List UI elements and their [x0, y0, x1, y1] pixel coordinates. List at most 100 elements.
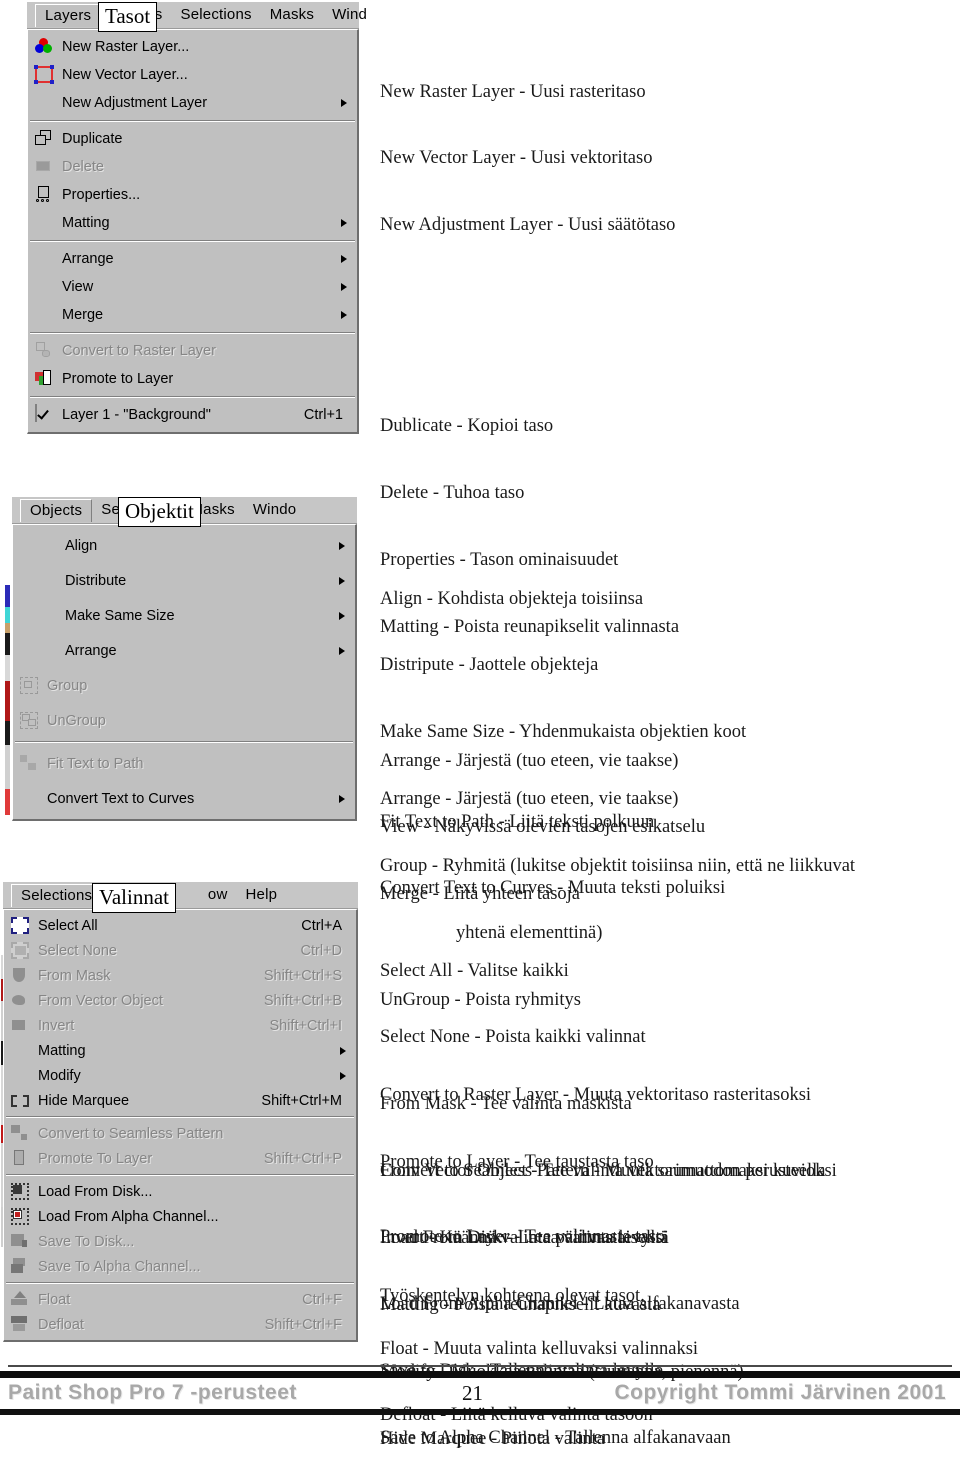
menubar-item-selections[interactable]: Selections [11, 883, 103, 907]
menu-item-label: Select None [38, 942, 117, 959]
menu-item-promote-to-layer[interactable]: Promote to Layer [28, 365, 357, 393]
menu-item-from-vector-object[interactable]: From Vector Object Shift+Ctrl+B [4, 988, 356, 1013]
footer-left-text: Paint Shop Pro 7 -perusteet [8, 1381, 297, 1404]
menu-item-make-same-size[interactable]: Make Same Size [31, 598, 355, 633]
menu-item-new-raster-layer[interactable]: New Raster Layer... [28, 33, 357, 61]
page-footer: Paint Shop Pro 7 -perusteet 21 Copyright… [0, 1365, 960, 1417]
load-from-alpha-icon [8, 1207, 34, 1227]
menubar-item-layers[interactable]: Layers [35, 3, 102, 27]
menubar-item-window[interactable]: Wind [323, 4, 376, 26]
properties-icon [32, 185, 58, 205]
no-icon [32, 249, 58, 269]
menu-item-distribute[interactable]: Distribute [31, 563, 355, 598]
menu-item-label: Save To Disk... [38, 1233, 135, 1250]
menu-item-modify[interactable]: Modify [4, 1063, 356, 1088]
layers-menubar[interactable]: Layers Objects Selections Masks Wind [27, 2, 367, 29]
menu-item-label: Invert [38, 1017, 75, 1034]
menu-item-label: Convert to Raster Layer [62, 343, 216, 359]
menu-separator [30, 120, 355, 122]
menu-item-align[interactable]: Align [31, 528, 355, 563]
menubar-item-help[interactable]: Help [237, 884, 287, 906]
menu-item-arrange[interactable]: Arrange [31, 633, 355, 668]
no-icon [35, 641, 61, 661]
footer-copyright: Copyright Tommi Järvinen 2001 [614, 1381, 946, 1404]
no-icon [35, 536, 61, 556]
menu-item-convert-text-to-curves[interactable]: Convert Text to Curves [13, 781, 355, 816]
delete-icon [32, 157, 58, 177]
menu-item-label: Group [47, 677, 88, 694]
menubar-item-label: Selections [180, 6, 252, 23]
menu-item-invert[interactable]: Invert Shift+Ctrl+I [4, 1013, 356, 1038]
footer-rule-thick [0, 1371, 960, 1378]
promote-to-layer-icon [8, 1149, 34, 1169]
submenu-arrow-icon [339, 794, 345, 803]
selections-menubar[interactable]: Selections M ow Help [3, 882, 358, 909]
menu-item-fit-text-to-path[interactable]: Fit Text to Path [13, 746, 355, 781]
menu-item-arrange[interactable]: Arrange [28, 245, 357, 273]
menu-item-load-from-disk[interactable]: Load From Disk... [4, 1179, 356, 1204]
from-vector-icon [8, 991, 34, 1011]
menu-item-load-from-alpha-channel[interactable]: Load From Alpha Channel... [4, 1204, 356, 1229]
menu-item-convert-to-raster-layer[interactable]: Convert to Raster Layer [28, 337, 357, 365]
menu-item-label: Convert Text to Curves [47, 790, 195, 807]
menu-item-duplicate[interactable]: Duplicate [28, 125, 357, 153]
raster-layer-icon [32, 37, 58, 57]
menu-item-label: Align [65, 537, 98, 554]
submenu-arrow-icon [341, 219, 347, 227]
menu-item-label: Merge [62, 307, 104, 323]
menu-item-label: Properties... [62, 187, 141, 203]
menu-separator [6, 1282, 354, 1284]
menu-item-save-to-disk[interactable]: Save To Disk... [4, 1229, 356, 1254]
menubar-item-label: Help [245, 886, 278, 903]
menu-item-defloat[interactable]: Defloat Shift+Ctrl+F [4, 1312, 356, 1337]
from-mask-icon [8, 966, 34, 986]
menu-item-select-all[interactable]: Select All Ctrl+A [4, 913, 356, 938]
menu-item-properties[interactable]: Properties... [28, 181, 357, 209]
menubar-item-selections[interactable]: Selections [172, 4, 261, 26]
menu-item-group[interactable]: Group [13, 668, 355, 703]
no-icon [32, 213, 58, 233]
menubar-item-window[interactable]: ow [199, 884, 237, 906]
menu-item-matting[interactable]: Matting [4, 1038, 356, 1063]
menu-item-label: Hide Marquee [38, 1092, 130, 1109]
menu-item-convert-to-seamless-pattern[interactable]: Convert to Seamless Pattern [4, 1121, 356, 1146]
menu-item-select-none[interactable]: Select None Ctrl+D [4, 938, 356, 963]
menubar-item-masks[interactable]: Masks [261, 4, 323, 26]
menu-item-label: From Vector Object [38, 992, 163, 1009]
menu-item-label: Save To Alpha Channel... [38, 1258, 201, 1275]
menu-item-new-adjustment-layer[interactable]: New Adjustment Layer [28, 89, 357, 117]
menu-item-shortcut: Shift+Ctrl+M [261, 1092, 342, 1109]
submenu-arrow-icon [339, 611, 345, 620]
menubar-item-objects[interactable]: Objects [20, 498, 93, 522]
menu-item-float[interactable]: Float Ctrl+F [4, 1287, 356, 1312]
submenu-arrow-icon [340, 1046, 346, 1055]
checkmark-icon [32, 404, 58, 425]
menu-item-promote-to-layer[interactable]: Promote To Layer Shift+Ctrl+P [4, 1146, 356, 1171]
description-line: Load From Disk - Lataa valinta levyltä [380, 1227, 669, 1248]
footer-rule-bottom [0, 1409, 960, 1415]
menu-item-label: Matting [62, 215, 110, 231]
menubar-item-label: Wind [332, 6, 368, 23]
menu-item-hide-marquee[interactable]: Hide Marquee Shift+Ctrl+M [4, 1088, 356, 1113]
menu-item-label: UnGroup [47, 712, 106, 729]
description-line: Convert to Seamless Pattern - Muuta saum… [380, 1160, 837, 1181]
description-line: Float - Muuta valinta kelluvaksi valinna… [380, 1338, 699, 1359]
menu-item-new-vector-layer[interactable]: New Vector Layer... [28, 61, 357, 89]
menubar-item-label: Selections [21, 886, 93, 904]
menu-item-label: Duplicate [62, 131, 123, 147]
menu-item-ungroup[interactable]: UnGroup [13, 703, 355, 738]
menu-item-delete[interactable]: Delete [28, 153, 357, 181]
menu-item-label: Load From Disk... [38, 1183, 153, 1200]
menu-item-merge[interactable]: Merge [28, 301, 357, 329]
invert-icon [8, 1016, 34, 1036]
menu-item-layer-1-background[interactable]: Layer 1 - "Background" Ctrl+1 [28, 401, 357, 429]
menu-item-from-mask[interactable]: From Mask Shift+Ctrl+S [4, 963, 356, 988]
menu-item-save-to-alpha-channel[interactable]: Save To Alpha Channel... [4, 1254, 356, 1279]
menu-item-label: Float [38, 1291, 71, 1308]
objects-descriptions-2: Fit Text to Path - Liitä teksti polkuun … [380, 766, 725, 922]
menu-item-label: Convert to Seamless Pattern [38, 1125, 224, 1142]
menubar-item-window[interactable]: Windo [244, 499, 306, 521]
menu-item-matting[interactable]: Matting [28, 209, 357, 237]
no-icon [8, 1066, 34, 1086]
menu-item-view[interactable]: View [28, 273, 357, 301]
